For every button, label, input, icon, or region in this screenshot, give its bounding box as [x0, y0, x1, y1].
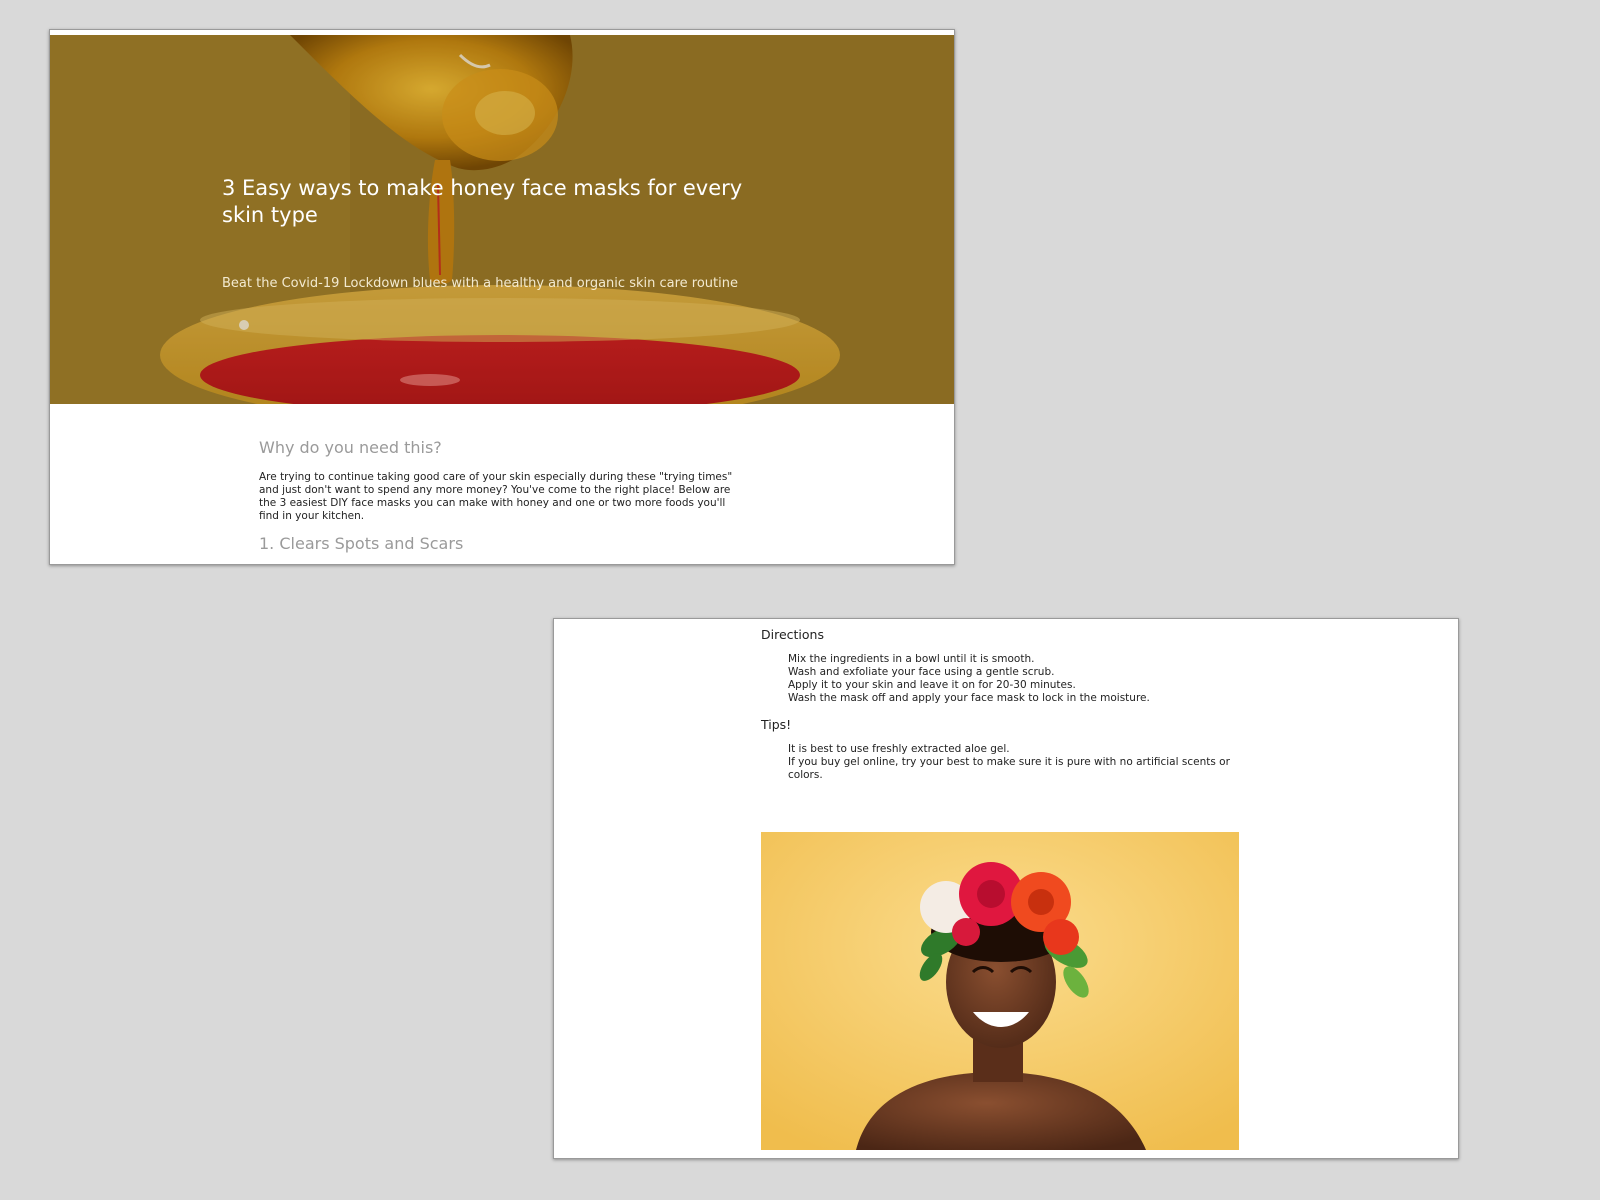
directions-label: Directions: [761, 627, 824, 642]
tips-label: Tips!: [761, 717, 792, 732]
method-one-heading: 1. Clears Spots and Scars: [259, 534, 464, 553]
tips-list: It is best to use freshly extracted aloe…: [761, 743, 1241, 782]
flower-crown-photo: [761, 832, 1239, 1150]
artboard-directions-page: Directions Mix the ingredients in a bowl…: [553, 618, 1459, 1159]
tip-item: It is best to use freshly extracted aloe…: [788, 743, 1010, 755]
article-subtitle: Beat the Covid-19 Lockdown blues with a …: [222, 276, 738, 291]
direction-step: Apply it to your skin and leave it on fo…: [788, 679, 1076, 691]
artboard-hero-page: 3 Easy ways to make honey face masks for…: [49, 29, 955, 565]
article-title: 3 Easy ways to make honey face masks for…: [222, 176, 743, 227]
tip-item: If you buy gel online, try your best to …: [788, 756, 1230, 781]
hero-banner: 3 Easy ways to make honey face masks for…: [50, 35, 954, 404]
direction-step: Wash and exfoliate your face using a gen…: [788, 666, 1055, 678]
why-heading: Why do you need this?: [259, 438, 442, 457]
directions-section: Directions Mix the ingredients in a bowl…: [761, 627, 1241, 782]
direction-step: Mix the ingredients in a bowl until it i…: [788, 653, 1035, 665]
woman-with-flower-crown-image: [761, 832, 1239, 1150]
direction-step: Wash the mask off and apply your face ma…: [788, 692, 1150, 704]
article-intro-section: Why do you need this? Are trying to cont…: [259, 438, 739, 554]
directions-list: Mix the ingredients in a bowl until it i…: [761, 653, 1241, 705]
intro-paragraph: Are trying to continue taking good care …: [259, 471, 733, 522]
